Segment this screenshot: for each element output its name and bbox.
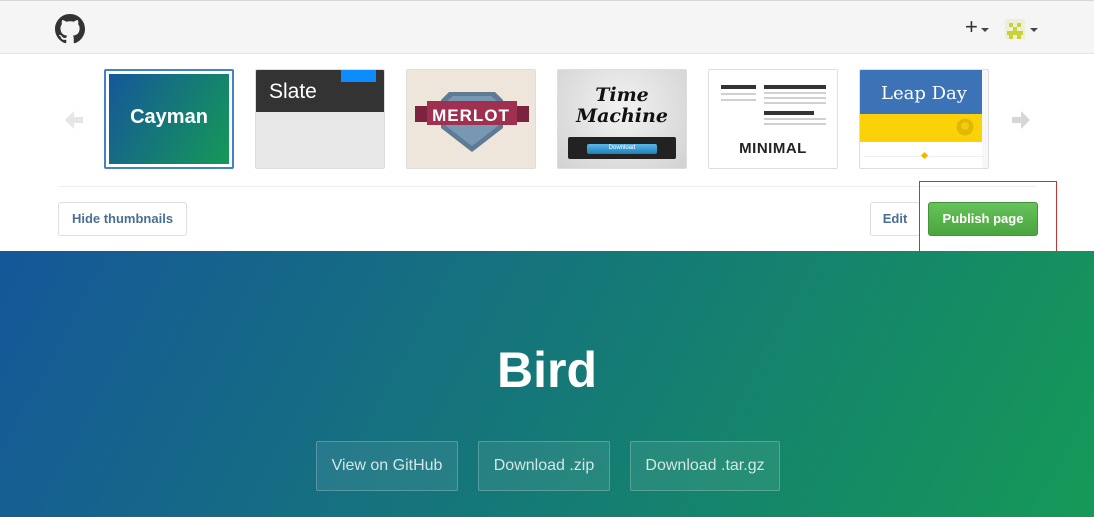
diamond-icon	[920, 151, 929, 160]
theme-thumbnail-minimal[interactable]: MINIMAL	[708, 69, 838, 169]
theme-label: MINIMAL	[739, 140, 807, 157]
divider	[58, 186, 1036, 187]
plus-icon: +	[965, 14, 978, 39]
github-octocat-icon	[956, 118, 974, 136]
user-menu-button[interactable]	[1005, 19, 1041, 39]
theme-preview-accent	[341, 70, 376, 82]
theme-thumbnail-merlot[interactable]: MERLOT	[406, 69, 536, 169]
download-targz-button[interactable]: Download .tar.gz	[630, 441, 780, 491]
theme-preview-line	[764, 118, 826, 120]
theme-preview-line	[764, 123, 826, 125]
download-label: Download	[608, 145, 636, 151]
top-navbar: +	[0, 0, 1094, 54]
theme-preview-line	[721, 93, 756, 95]
edit-button[interactable]: Edit	[870, 202, 920, 236]
theme-preview-line	[721, 85, 756, 89]
chevron-down-icon	[1030, 28, 1038, 32]
new-menu-button[interactable]: +	[965, 14, 991, 39]
chevron-down-icon	[981, 28, 989, 32]
theme-thumbnail-slate[interactable]: Slate	[255, 69, 385, 169]
view-on-github-button[interactable]: View on GitHub	[316, 441, 458, 491]
theme-label: Slate	[269, 80, 317, 103]
theme-label: Cayman	[130, 106, 208, 128]
theme-label-line2: Machine	[576, 105, 668, 127]
user-avatar-icon	[1005, 19, 1025, 39]
theme-preview-body	[256, 112, 384, 168]
download-zip-button[interactable]: Download .zip	[478, 441, 610, 491]
arrow-left-icon[interactable]	[63, 109, 85, 131]
theme-preview-line	[764, 92, 826, 94]
theme-label: Leap Day	[881, 83, 967, 104]
theme-preview-line	[764, 111, 814, 115]
theme-thumbnail-time-machine[interactable]: Time Machine Download	[557, 69, 687, 169]
theme-preview-line	[721, 99, 756, 101]
github-octocat-icon[interactable]	[55, 14, 85, 44]
theme-label-line1: Time	[595, 84, 649, 106]
theme-thumbnail-leap-day[interactable]: Leap Day	[859, 69, 989, 169]
arrow-right-icon[interactable]	[1010, 109, 1032, 131]
theme-preview-line	[764, 85, 826, 89]
theme-thumbnail-cayman[interactable]: Cayman	[104, 69, 234, 169]
theme-label: MERLOT	[432, 106, 510, 125]
theme-preview-line	[764, 102, 826, 104]
project-name: Bird	[497, 342, 597, 398]
hide-thumbnails-button[interactable]: Hide thumbnails	[58, 202, 187, 236]
theme-preview-line	[764, 97, 826, 99]
